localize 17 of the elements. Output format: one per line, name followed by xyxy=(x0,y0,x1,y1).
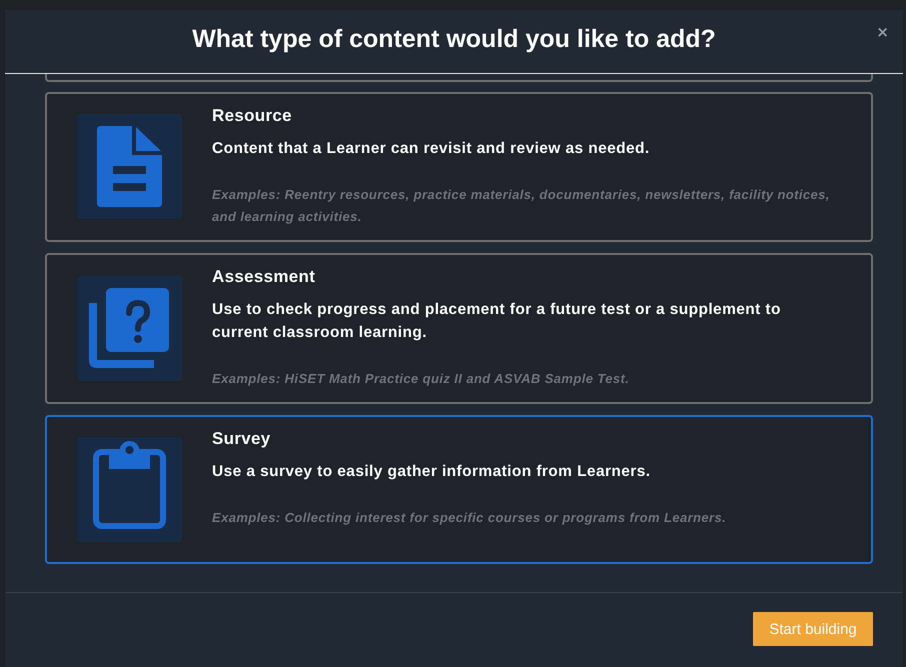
option-description: Use to check progress and placement for a future test or a supplement to current classroom learning. xyxy=(212,300,782,343)
question-cards-icon xyxy=(77,276,182,380)
option-title: Resource xyxy=(212,105,293,127)
close-button[interactable]: × xyxy=(874,23,891,41)
clipboard-icon xyxy=(77,436,182,542)
option-description: Use a survey to easily gather information from Learners. xyxy=(212,462,652,482)
option-examples: Examples: Reentry resources, practice materials, documentaries, newsletters, facility notices, and learning activities. xyxy=(212,186,831,226)
option-card[interactable]: Survey Use a survey to easily gather information from Learners. Examples: Collecting interest for specific courses or programs from Learners. xyxy=(45,415,873,564)
document-icon xyxy=(77,114,182,219)
option-title: Assessment xyxy=(212,266,316,288)
option-card[interactable]: Resource Content that a Learner can revisit and review as needed. Examples: Reentry resources, practice materials, documentaries, newsletters, facility notices, and learning activities. xyxy=(45,92,873,242)
option-description: Content that a Learner can revisit and review as needed. xyxy=(212,139,651,159)
option-examples: Examples: HiSET Math Practice quiz II and ASVAB Sample Test. xyxy=(212,370,630,388)
dialog-title: What type of content would you like to add? xyxy=(192,25,716,55)
option-card[interactable]: Assessment Use to check progress and placement for a future test or a supplement to current classroom learning. Examples: HiSET Math Practice quiz II and ASVAB Sample Test. xyxy=(45,253,873,404)
option-title: Survey xyxy=(212,428,272,450)
option-examples: Examples: Collecting interest for specific courses or programs from Learners. xyxy=(212,509,728,527)
